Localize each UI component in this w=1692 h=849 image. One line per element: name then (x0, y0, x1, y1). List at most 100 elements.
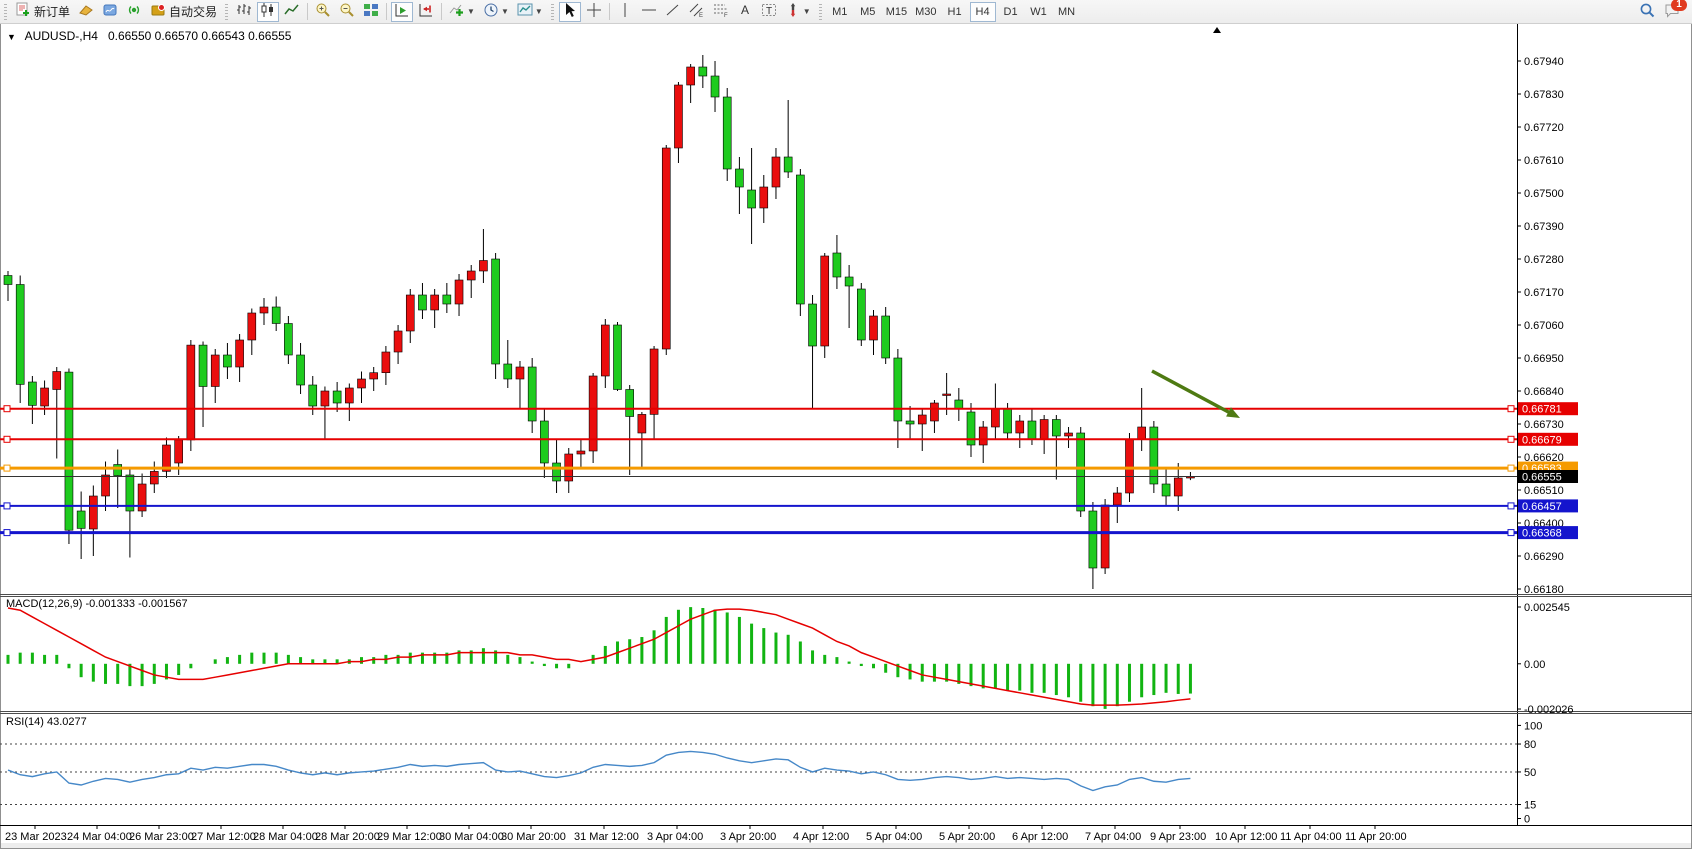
svg-text:0.66510: 0.66510 (1524, 485, 1564, 497)
timeframe-m30-button[interactable]: M30 (912, 2, 939, 22)
candle-body (796, 175, 804, 304)
market-watch-button[interactable] (75, 2, 97, 22)
candle-body (723, 97, 731, 169)
candle-body (650, 349, 658, 414)
arrows-tool-button[interactable]: ▼ (782, 2, 814, 22)
svg-text:9 Apr 23:00: 9 Apr 23:00 (1150, 831, 1206, 843)
line-chart-view-button[interactable] (281, 2, 303, 22)
profile-button[interactable] (99, 2, 121, 22)
candle-body (16, 285, 24, 385)
channel-tool-button[interactable]: E (686, 2, 708, 22)
candle-body (1150, 427, 1158, 484)
svg-text:11 Apr 04:00: 11 Apr 04:00 (1280, 831, 1342, 843)
svg-text:F: F (724, 13, 728, 18)
candle-body (577, 451, 585, 454)
chevron-down-icon: ▼ (467, 7, 475, 16)
svg-text:0.00: 0.00 (1524, 659, 1545, 671)
arrows-icon (785, 2, 801, 21)
new-order-button[interactable]: 新订单 (12, 2, 73, 22)
horizontal-line-icon (641, 2, 657, 21)
fibonacci-icon: F (713, 2, 729, 21)
candle-body (772, 157, 780, 187)
gold-wedge-icon (78, 2, 94, 21)
chart-shift-button[interactable] (415, 2, 437, 22)
svg-text:100: 100 (1524, 720, 1542, 732)
candle-body (53, 372, 61, 390)
chart-canvas[interactable]: 0.679400.678300.677200.676100.675000.673… (0, 0, 1692, 849)
candle-body (626, 390, 634, 417)
line-handle (4, 436, 10, 442)
svg-text:7 Apr 04:00: 7 Apr 04:00 (1085, 831, 1141, 843)
crosshair-tool-button[interactable] (583, 2, 605, 22)
candle-body (748, 190, 756, 208)
auto-scroll-icon (394, 2, 410, 21)
candle-body (711, 76, 719, 97)
timeframe-m5-button[interactable]: M5 (855, 2, 881, 22)
timeframe-m1-button[interactable]: M1 (827, 2, 853, 22)
tile-windows-icon (363, 2, 379, 21)
autotrade-button[interactable]: 自动交易 (147, 2, 220, 22)
svg-text:0.002545: 0.002545 (1524, 602, 1570, 614)
svg-text:3 Apr 20:00: 3 Apr 20:00 (720, 831, 776, 843)
indicators-button[interactable]: ▼ (446, 2, 478, 22)
search-button[interactable] (1636, 2, 1659, 22)
candle-body (333, 391, 341, 403)
svg-text:0.67610: 0.67610 (1524, 155, 1564, 167)
candle-body (869, 316, 877, 340)
candle-body (1004, 409, 1012, 433)
text-label-icon: T (761, 2, 777, 21)
candlestick-icon (260, 2, 276, 21)
templates-button[interactable]: ▼ (514, 2, 546, 22)
timeframe-w1-button[interactable]: W1 (1026, 2, 1052, 22)
svg-text:0.66679: 0.66679 (1522, 434, 1562, 446)
tile-windows-button[interactable] (360, 2, 382, 22)
candle-body (41, 388, 49, 406)
candle-body (687, 67, 695, 85)
candle-body (223, 355, 231, 367)
svg-text:0.67170: 0.67170 (1524, 287, 1564, 299)
svg-text:27 Mar 12:00: 27 Mar 12:00 (191, 831, 256, 843)
line-handle (1508, 436, 1514, 442)
candle-body (601, 325, 609, 376)
svg-text:0.67720: 0.67720 (1524, 122, 1564, 134)
candle-body (1016, 421, 1024, 433)
candlestick-view-button[interactable] (257, 2, 279, 22)
signals-button[interactable] (123, 2, 145, 22)
candle-body (187, 345, 195, 440)
candle-body (297, 355, 305, 385)
timeframe-h1-button[interactable]: H1 (942, 2, 968, 22)
chart-shift-icon (418, 2, 434, 21)
zoom-out-button[interactable] (336, 2, 358, 22)
cursor-tool-button[interactable] (559, 2, 581, 22)
timeframe-h4-button[interactable]: H4 (970, 2, 996, 22)
trendline-tool-button[interactable] (662, 2, 684, 22)
candle-body (394, 331, 402, 352)
text-label-tool-button[interactable]: T (758, 2, 780, 22)
vertical-line-tool-button[interactable] (614, 2, 636, 22)
candle-body (1101, 505, 1109, 568)
candle-body (455, 280, 463, 304)
new-order-icon (15, 2, 31, 21)
svg-text:11 Apr 20:00: 11 Apr 20:00 (1345, 831, 1407, 843)
collapse-triangle-icon[interactable]: ▼ (7, 32, 16, 42)
timeframe-d1-button[interactable]: D1 (998, 2, 1024, 22)
svg-text:0.66730: 0.66730 (1524, 419, 1564, 431)
candle-body (991, 409, 999, 427)
auto-scroll-button[interactable] (391, 2, 413, 22)
candle-body (1174, 478, 1182, 496)
periods-button[interactable]: ▼ (480, 2, 512, 22)
svg-text:31 Mar 12:00: 31 Mar 12:00 (574, 831, 639, 843)
horizontal-line-tool-button[interactable] (638, 2, 660, 22)
timeframe-mn-button[interactable]: MN (1054, 2, 1080, 22)
timeframe-m15-button[interactable]: M15 (883, 2, 910, 22)
bar-chart-icon (236, 2, 252, 21)
zoom-in-button[interactable] (312, 2, 334, 22)
fibonacci-tool-button[interactable]: F (710, 2, 732, 22)
bar-chart-view-button[interactable] (233, 2, 255, 22)
text-tool-button[interactable]: A (734, 2, 756, 22)
notifications-button[interactable]: 1 (1661, 2, 1684, 22)
candle-body (833, 253, 841, 277)
candle-body (979, 427, 987, 445)
svg-text:0.66290: 0.66290 (1524, 551, 1564, 563)
candle-body (284, 324, 292, 356)
